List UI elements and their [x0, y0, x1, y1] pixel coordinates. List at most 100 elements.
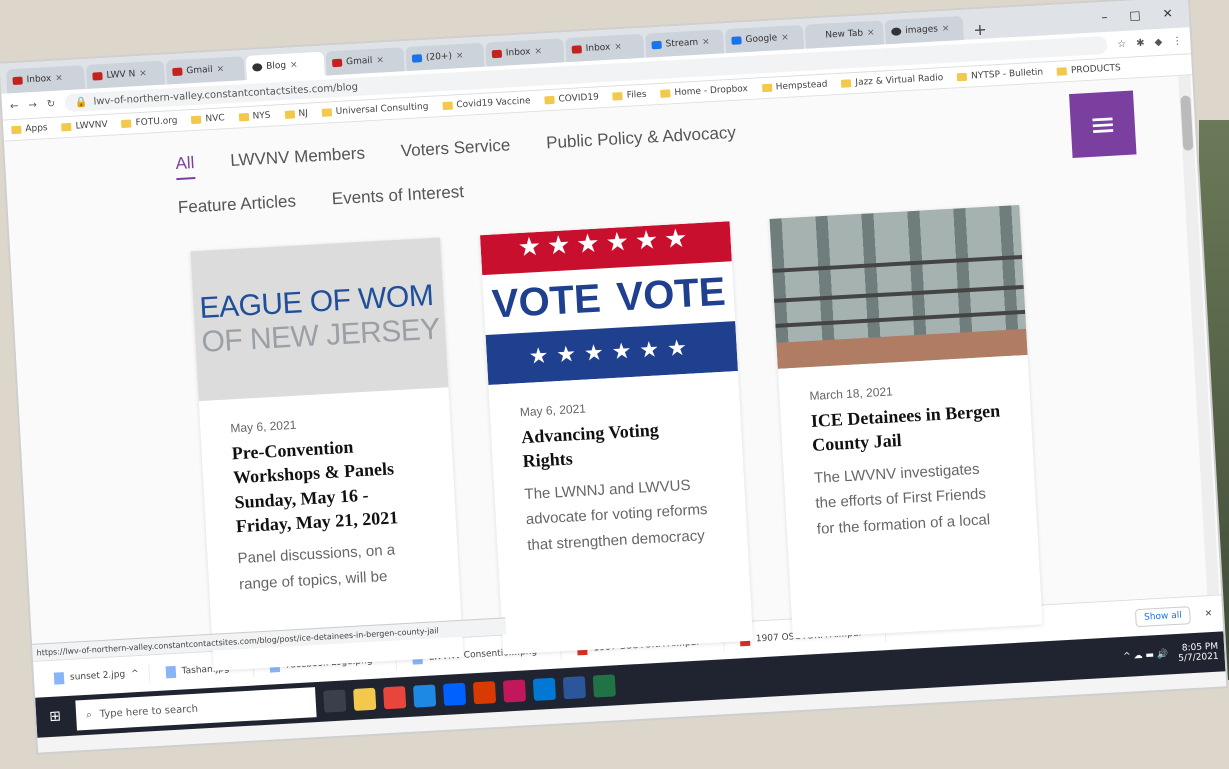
hamburger-menu-button[interactable]: ≡ — [1069, 90, 1137, 159]
mail-icon[interactable] — [532, 677, 557, 701]
tab-label: Inbox — [505, 47, 531, 59]
scrollbar-thumb[interactable] — [1180, 95, 1194, 151]
reload-icon[interactable]: ↻ — [46, 98, 55, 109]
image-file-icon — [165, 665, 177, 679]
close-tab-icon[interactable]: × — [139, 69, 147, 79]
post-card[interactable]: ★★★★★★ VOTE VOTE ★★★★★★ May 6, 2021 Adva… — [479, 221, 754, 655]
bookmark-item[interactable]: Apps — [11, 123, 48, 135]
folder-icon — [121, 119, 132, 129]
bookmark-item[interactable]: Hempstead — [761, 79, 828, 94]
bookmark-item[interactable]: LWVNV — [61, 120, 108, 133]
bookmark-item[interactable]: PRODUCTS — [1056, 63, 1121, 77]
bookmark-item[interactable]: Jazz & Virtual Radio — [841, 73, 944, 89]
folder-icon — [442, 101, 453, 111]
close-tab-icon[interactable]: × — [702, 37, 710, 47]
category-tab[interactable]: Feature Articles — [177, 191, 296, 218]
search-icon: ⌕ — [85, 709, 93, 721]
bookmark-item[interactable]: FOTU.org — [121, 116, 178, 129]
category-tab[interactable]: Events of Interest — [331, 182, 464, 209]
close-tab-icon[interactable]: × — [867, 28, 875, 38]
browser-tab[interactable]: Stream × — [644, 29, 725, 58]
browser-tab[interactable]: (20+) × — [405, 42, 485, 72]
file-explorer-icon[interactable] — [353, 687, 377, 711]
bookmark-label: Files — [626, 89, 647, 101]
download-filename: sunset 2.jpg — [69, 669, 126, 683]
maximize-button[interactable]: □ — [1129, 8, 1141, 23]
bookmark-item[interactable]: COVID19 — [544, 92, 599, 105]
close-window-button[interactable]: ✕ — [1162, 6, 1173, 21]
menu-dots-icon[interactable]: ⋮ — [1172, 35, 1183, 47]
forward-icon[interactable]: → — [28, 99, 37, 110]
category-tab[interactable]: Voters Service — [400, 135, 511, 167]
back-icon[interactable]: ← — [10, 100, 19, 111]
chrome-icon[interactable] — [383, 686, 407, 710]
browser-tab[interactable]: Gmail × — [325, 47, 405, 76]
close-tab-icon[interactable]: × — [290, 60, 298, 70]
browser-tab[interactable]: Inbox × — [565, 33, 645, 63]
browser-tab[interactable]: Inbox × — [5, 65, 86, 94]
lock-icon: 🔒 — [74, 96, 88, 109]
category-tab[interactable]: Public Policy & Advocacy — [546, 123, 737, 160]
puzzle-icon[interactable]: ✱ — [1136, 37, 1145, 48]
folder-icon — [11, 125, 22, 135]
task-view-icon[interactable] — [323, 689, 347, 713]
post-card[interactable]: EAGUE OF WOM OF NEW JERSEY May 6, 2021 P… — [190, 237, 464, 671]
close-tab-icon[interactable]: × — [534, 46, 542, 56]
office-icon[interactable] — [472, 681, 497, 705]
close-downloads-icon[interactable]: ✕ — [1204, 609, 1212, 619]
windows-start-icon[interactable]: ⊞ — [41, 703, 68, 730]
bookmark-item[interactable]: Universal Consulting — [321, 102, 429, 118]
post-title[interactable]: ICE Detainees in Bergen County Jail — [810, 398, 1002, 457]
folder-icon — [660, 89, 671, 98]
browser-tab[interactable]: Gmail × — [165, 56, 245, 85]
browser-tab[interactable]: Blog × — [245, 51, 325, 80]
excel-icon[interactable] — [592, 674, 616, 698]
browser-tab[interactable]: images × — [884, 15, 964, 45]
app-icon[interactable] — [502, 679, 527, 703]
post-card[interactable]: March 18, 2021 ICE Detainees in Bergen C… — [769, 205, 1043, 639]
bookmark-item[interactable]: Home - Dropbox — [660, 84, 748, 99]
close-tab-icon[interactable]: × — [942, 24, 950, 34]
close-tab-icon[interactable]: × — [216, 64, 224, 74]
new-tab-button[interactable]: + — [965, 19, 995, 40]
browser-tab[interactable]: Inbox × — [485, 38, 565, 67]
bookmark-label: Hempstead — [775, 79, 828, 93]
star-icon[interactable]: ☆ — [1117, 38, 1127, 49]
category-tab[interactable]: All — [174, 153, 196, 181]
post-excerpt: The LWNNJ and LWVUS advocate for voting … — [524, 476, 708, 554]
close-tab-icon[interactable]: × — [781, 33, 789, 43]
profile-icon[interactable]: ◆ — [1154, 36, 1162, 47]
bookmark-item[interactable]: Files — [612, 89, 647, 102]
blue-favicon-icon — [651, 40, 662, 50]
word-icon[interactable] — [562, 676, 586, 700]
download-menu-icon[interactable]: ^ — [131, 669, 139, 679]
bookmark-label: Apps — [25, 123, 48, 135]
post-title[interactable]: Advancing Voting Rights — [521, 415, 713, 474]
bookmark-item[interactable]: NVC — [191, 113, 225, 125]
post-title[interactable]: Pre-Convention Workshops & Panels Sunday… — [231, 431, 426, 539]
taskbar-search[interactable]: ⌕ Type here to search — [75, 687, 317, 731]
bookmark-item[interactable]: NYTSP - Bulletin — [956, 68, 1043, 83]
bookmark-item[interactable]: Covid19 Vaccine — [442, 96, 531, 111]
bookmark-item[interactable]: NJ — [284, 109, 308, 120]
close-tab-icon[interactable]: × — [376, 55, 384, 65]
edge-icon[interactable] — [413, 684, 437, 708]
browser-tab[interactable]: New Tab × — [804, 20, 884, 49]
close-tab-icon[interactable]: × — [456, 51, 464, 61]
close-tab-icon[interactable]: × — [55, 73, 63, 83]
category-tab[interactable]: LWVNV Members — [230, 144, 366, 177]
show-all-button[interactable]: Show all — [1134, 606, 1192, 628]
tray-icons[interactable]: ^ ☁ ▬ 🔊 — [1123, 649, 1168, 661]
gmail-favicon-icon — [331, 58, 343, 68]
jail-cells-image — [769, 205, 1028, 369]
dropbox-icon[interactable] — [442, 682, 467, 706]
browser-tab[interactable]: Google × — [724, 24, 805, 54]
bookmark-label: COVID19 — [558, 92, 600, 105]
bookmark-item[interactable]: NYS — [238, 111, 271, 123]
browser-tab[interactable]: LWV N × — [85, 60, 166, 89]
close-tab-icon[interactable]: × — [614, 42, 622, 52]
download-item[interactable]: sunset 2.jpg ^ — [43, 663, 151, 690]
vote-image: ★★★★★★ VOTE VOTE ★★★★★★ — [479, 221, 738, 385]
image-file-icon — [53, 672, 65, 685]
minimize-button[interactable]: – — [1101, 10, 1108, 24]
